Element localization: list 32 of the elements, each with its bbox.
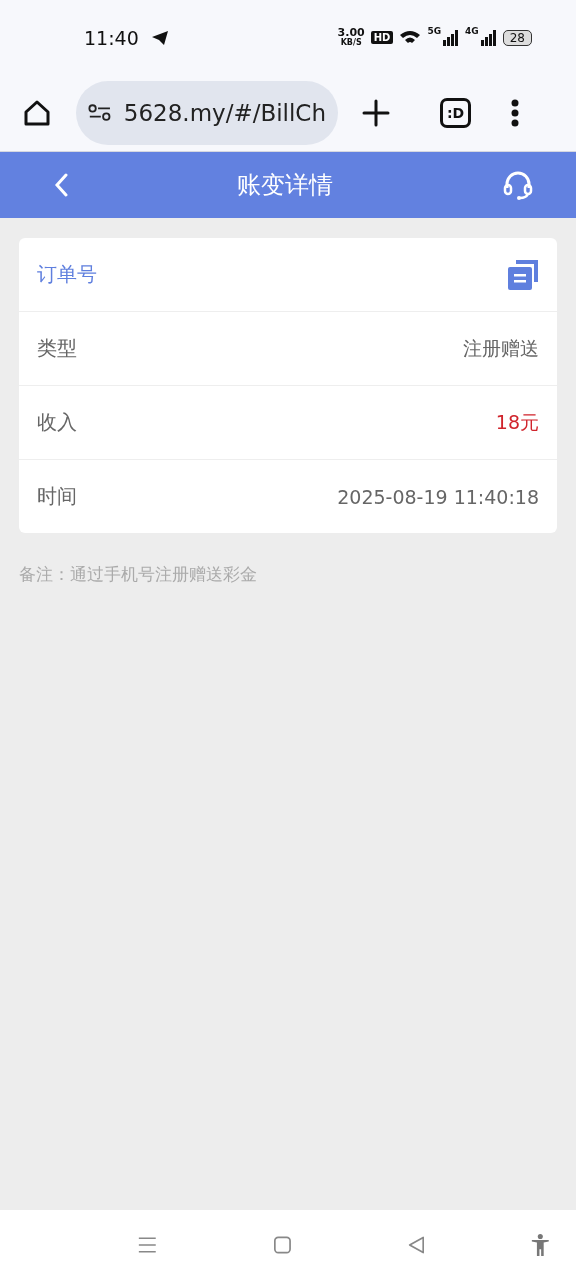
back-triangle-icon[interactable] <box>407 1235 425 1255</box>
network-speed: 3.00 KB/S <box>337 27 365 48</box>
signal-icon <box>480 29 497 46</box>
menu-icon[interactable] <box>511 99 520 127</box>
wifi-icon <box>399 29 422 46</box>
remark-text: 备注：通过手机号注册赠送彩金 <box>19 563 258 586</box>
copy-icon[interactable] <box>507 258 539 291</box>
row-value: 注册赠送 <box>463 335 539 361</box>
page-title: 账变详情 <box>237 170 333 201</box>
recent-apps-icon[interactable] <box>138 1235 157 1255</box>
home-icon[interactable] <box>22 98 52 128</box>
hd-badge: HD <box>370 31 394 44</box>
network-label: 4G <box>465 26 479 36</box>
row-label: 订单号 <box>37 261 97 288</box>
row-label: 收入 <box>37 409 77 436</box>
signal-icon <box>443 29 460 46</box>
battery-indicator: 28 <box>502 29 532 46</box>
row-value: 18元 <box>495 409 539 435</box>
back-icon[interactable] <box>54 173 68 197</box>
status-time: 11:40 <box>84 26 139 49</box>
plus-icon[interactable] <box>362 99 390 127</box>
row-value: 2025-08-19 11:40:18 <box>337 485 539 508</box>
row-label: 时间 <box>37 483 77 510</box>
headset-icon[interactable] <box>502 170 534 200</box>
row-label: 类型 <box>37 335 77 362</box>
accessibility-icon[interactable] <box>531 1232 550 1258</box>
address-bar[interactable]: 5628.my/#/BillCh <box>76 81 338 145</box>
site-settings-icon[interactable] <box>88 103 112 123</box>
paper-plane-icon <box>150 29 169 46</box>
tabs-button[interactable]: :D <box>440 98 472 128</box>
network-label: 5G <box>427 26 442 36</box>
home-square-icon[interactable] <box>273 1235 291 1255</box>
